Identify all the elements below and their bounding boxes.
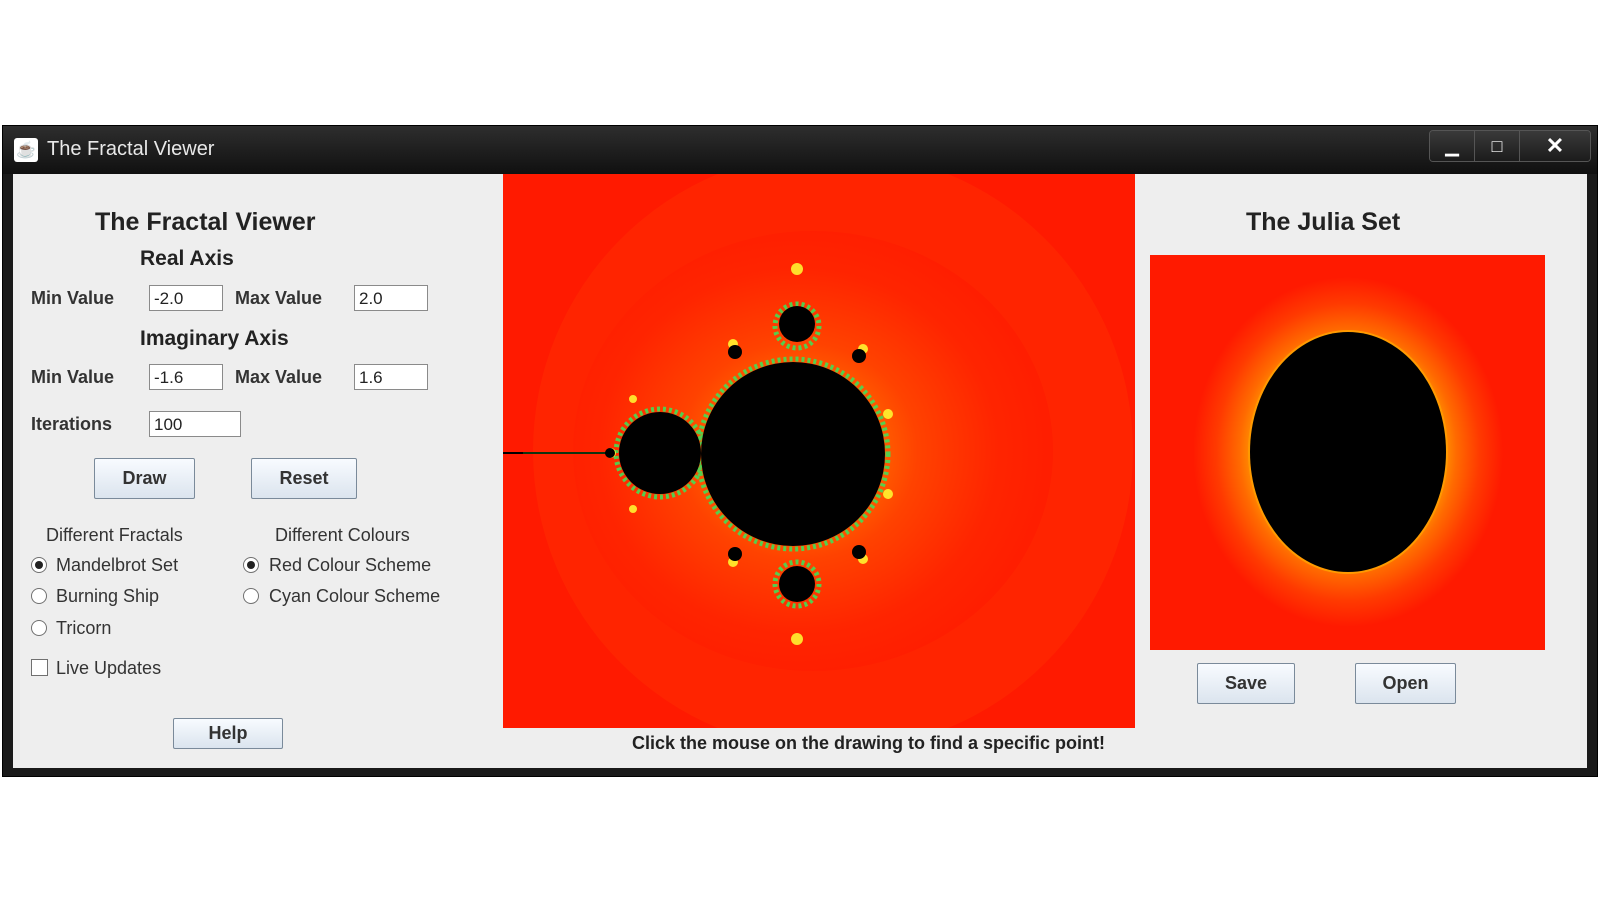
save-button[interactable]: Save [1197,663,1295,704]
imag-max-input[interactable]: 1.6 [354,364,428,390]
red-scheme-radio[interactable] [243,557,259,573]
maximize-icon[interactable]: □ [1475,131,1520,161]
mandelbrot-radio[interactable] [31,557,47,573]
imaginary-axis-heading: Imaginary Axis [140,327,289,350]
live-updates-label[interactable]: Live Updates [56,658,161,679]
cyan-scheme-radio[interactable] [243,588,259,604]
window-controls: ▁ □ ✕ [1429,130,1591,162]
live-updates-checkbox[interactable] [31,659,48,676]
real-max-label: Max Value [235,288,323,308]
mandelbrot-drawing [503,174,1135,728]
julia-canvas[interactable] [1150,255,1545,650]
burning-ship-radio[interactable] [31,588,47,604]
julia-drawing [1150,255,1545,650]
real-axis-heading: Real Axis [140,247,234,270]
close-icon[interactable]: ✕ [1520,131,1590,161]
colours-heading: Different Colours [275,525,410,545]
iterations-input[interactable]: 100 [149,411,241,437]
fractals-heading: Different Fractals [46,525,183,545]
imag-min-label: Min Value [31,367,115,387]
left-panel-title: The Fractal Viewer [95,208,316,236]
java-app-icon: ☕ [14,138,38,162]
burning-ship-label[interactable]: Burning Ship [56,586,159,607]
red-scheme-label[interactable]: Red Colour Scheme [269,555,431,576]
draw-button[interactable]: Draw [94,458,195,499]
window-title: The Fractal Viewer [47,138,215,160]
cyan-scheme-label[interactable]: Cyan Colour Scheme [269,586,440,607]
help-button[interactable]: Help [173,718,283,749]
title-bar[interactable]: ☕ The Fractal Viewer ▁ □ ✕ [3,126,1597,174]
radio-selected-dot [35,561,43,569]
imag-min-input[interactable]: -1.6 [149,364,223,390]
app-window: ☕ The Fractal Viewer ▁ □ ✕ The Fractal V… [2,125,1598,777]
real-min-input[interactable]: -2.0 [149,285,223,311]
mandelbrot-canvas[interactable] [503,174,1135,728]
real-max-input[interactable]: 2.0 [354,285,428,311]
open-button[interactable]: Open [1355,663,1456,704]
mandelbrot-label[interactable]: Mandelbrot Set [56,555,178,576]
radio-selected-dot [247,561,255,569]
iterations-label: Iterations [31,414,113,434]
imag-max-label: Max Value [235,367,323,387]
real-min-label: Min Value [31,288,115,308]
hint-text: Click the mouse on the drawing to find a… [632,733,1106,753]
tricorn-label[interactable]: Tricorn [56,618,111,639]
tricorn-radio[interactable] [31,620,47,636]
main-content: The Fractal Viewer Real Axis Min Value -… [13,174,1587,768]
julia-title: The Julia Set [1246,208,1401,236]
minimize-icon[interactable]: ▁ [1430,131,1475,161]
reset-button[interactable]: Reset [251,458,357,499]
